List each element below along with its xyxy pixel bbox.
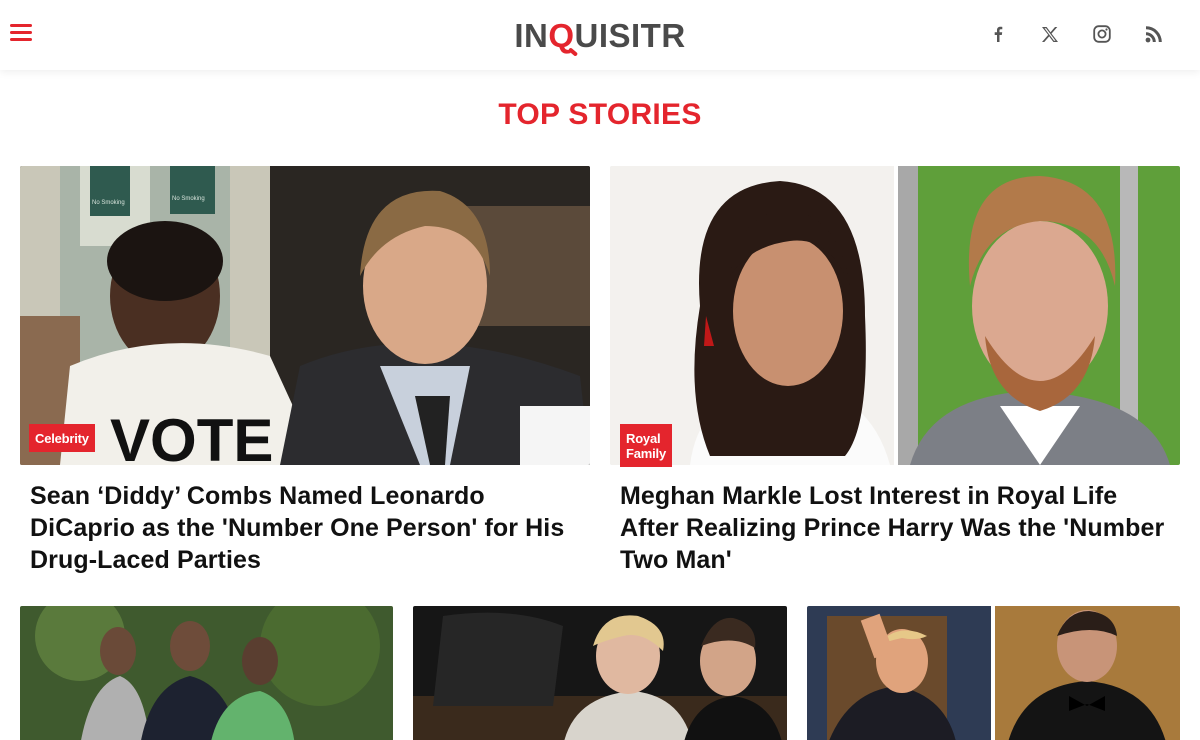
social-links	[972, 20, 1180, 48]
category-badge-celebrity[interactable]: Celebrity	[29, 424, 95, 452]
no-smoking-sign-2: No Smoking	[172, 196, 205, 202]
no-smoking-sign-1: No Smoking	[92, 200, 125, 206]
vote-shirt-text: VOTE	[110, 407, 273, 465]
logo-q-letter: Q	[548, 17, 575, 54]
rss-icon[interactable]	[1128, 20, 1180, 48]
site-header: INQUISITR	[0, 0, 1200, 70]
story-image-3[interactable]	[20, 606, 393, 740]
section-title: TOP STORIES	[498, 98, 702, 131]
story-image-1[interactable]: No Smoking No Smoking VOTE	[20, 166, 590, 465]
facebook-icon[interactable]	[972, 20, 1024, 48]
x-icon[interactable]	[1024, 20, 1076, 48]
story-image-2[interactable]: S	[610, 166, 1180, 465]
category-badge-royal-family[interactable]: Royal Family	[620, 424, 672, 467]
logo-text-start: IN	[514, 17, 549, 54]
story-headline-1[interactable]: Sean ‘Diddy’ Combs Named Leonardo DiCapr…	[30, 480, 585, 576]
instagram-icon[interactable]	[1076, 20, 1128, 48]
story-image-5[interactable]	[807, 606, 1180, 740]
story-headline-2[interactable]: Meghan Markle Lost Interest in Royal Lif…	[620, 480, 1180, 576]
logo-text-end: UISITR	[574, 17, 686, 54]
story-image-4[interactable]	[413, 606, 787, 740]
